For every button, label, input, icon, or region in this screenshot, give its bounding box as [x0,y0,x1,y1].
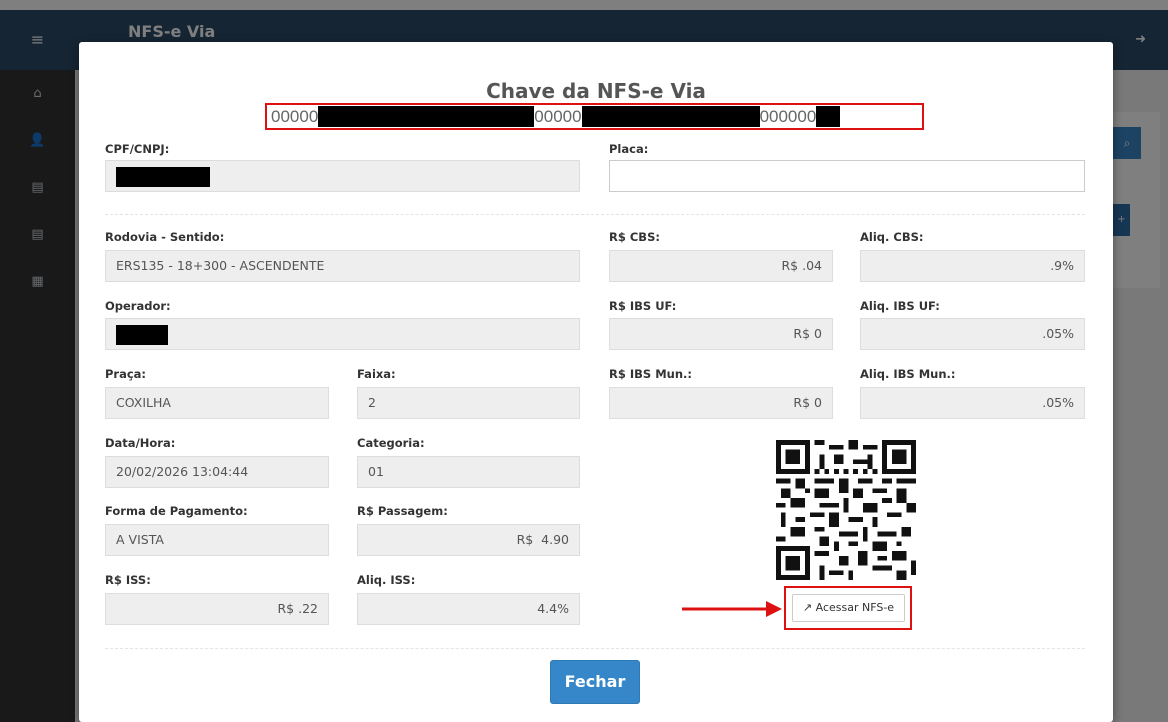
praca-field[interactable]: COXILHA [105,387,329,419]
ibs-uf-field[interactable]: R$ 0 [609,318,833,350]
redacted-block [581,106,760,127]
redacted-block [318,106,535,127]
external-link-icon: ↗ [802,601,813,614]
key-part: 000000 [759,107,817,126]
iss-label: R$ ISS: [105,573,151,587]
cbs-label: R$ CBS: [609,230,660,244]
operador-label: Operador: [105,299,171,313]
ibs-mun-field[interactable]: R$ 0 [609,387,833,419]
faixa-label: Faixa: [357,367,396,381]
qr-code [776,440,916,580]
aliq-iss-field[interactable]: 4.4% [357,593,580,625]
passagem-field[interactable]: R$ 4.90 [357,524,580,556]
aliq-ibs-mun-label: Aliq. IBS Mun.: [860,367,956,381]
key-part: 00000 [271,107,319,126]
placa-label: Placa: [609,142,649,156]
aliq-cbs-field[interactable]: .9% [860,250,1085,282]
faixa-field[interactable]: 2 [357,387,580,419]
rodovia-field[interactable]: ERS135 - 18+300 - ASCENDENTE [105,250,580,282]
forma-pagamento-field[interactable]: A VISTA [105,524,329,556]
cpf-field[interactable] [105,160,580,192]
key-part: 00000 [534,107,582,126]
forma-pagamento-label: Forma de Pagamento: [105,504,248,518]
redacted-block [116,324,168,345]
datahora-label: Data/Hora: [105,436,176,450]
arrow-icon [682,601,782,617]
ibs-mun-label: R$ IBS Mun.: [609,367,692,381]
rodovia-label: Rodovia - Sentido: [105,230,225,244]
redacted-block [116,166,210,187]
ibs-uf-label: R$ IBS UF: [609,299,677,313]
nfse-key: 00000 00000 000000 [265,103,924,130]
acessar-nfse-button[interactable]: ↗ Acessar NFS-e [792,594,905,622]
categoria-field[interactable]: 01 [357,456,580,488]
passagem-label: R$ Passagem: [357,504,448,518]
fechar-button[interactable]: Fechar [550,660,640,704]
modal-title: Chave da NFS-e Via [486,79,706,103]
divider [105,648,1085,649]
operador-field[interactable] [105,318,580,350]
cbs-field[interactable]: R$ .04 [609,250,833,282]
cpf-label: CPF/CNPJ: [105,142,170,156]
nfse-modal: Chave da NFS-e Via 00000 00000 000000 CPF/… [79,42,1113,722]
redacted-block [816,106,841,127]
aliq-cbs-label: Aliq. CBS: [860,230,924,244]
iss-field[interactable]: R$ .22 [105,593,329,625]
aliq-ibs-uf-label: Aliq. IBS UF: [860,299,940,313]
praca-label: Praça: [105,367,147,381]
acessar-nfse-label: Acessar NFS-e [815,601,895,614]
categoria-label: Categoria: [357,436,425,450]
divider [105,214,1085,215]
aliq-ibs-uf-field[interactable]: .05% [860,318,1085,350]
datahora-field[interactable]: 20/02/2026 13:04:44 [105,456,329,488]
aliq-ibs-mun-field[interactable]: .05% [860,387,1085,419]
placa-field[interactable] [609,160,1085,192]
aliq-iss-label: Aliq. ISS: [357,573,416,587]
